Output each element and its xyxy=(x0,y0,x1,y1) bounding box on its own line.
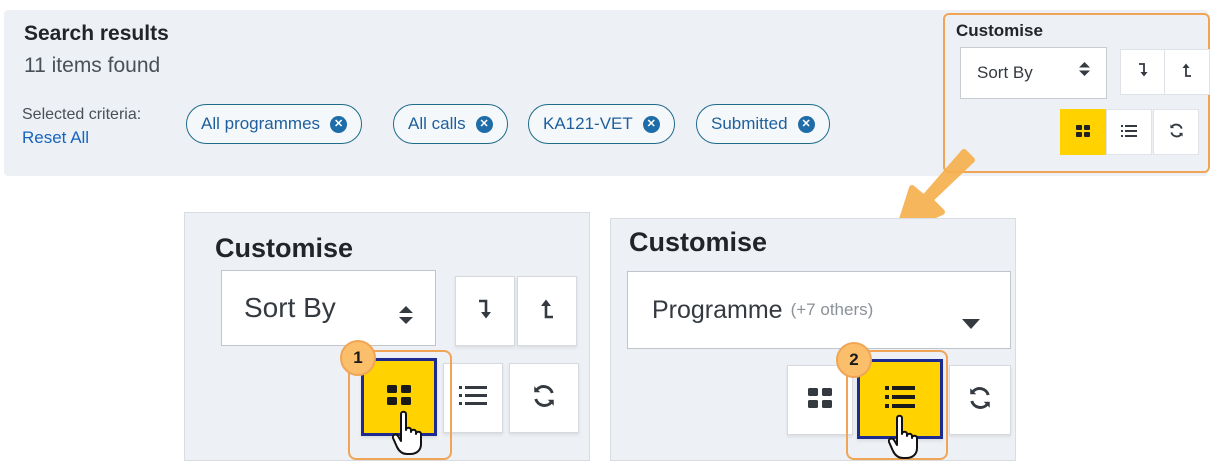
mini-sort-ascending-button[interactable] xyxy=(1164,49,1210,95)
remove-chip-icon[interactable]: ✕ xyxy=(642,115,660,133)
sort-descending-button[interactable] xyxy=(455,276,515,346)
sort-extra-count: (+7 others) xyxy=(790,300,874,319)
sort-value: Programme xyxy=(652,295,783,324)
customise-title: Customise xyxy=(629,227,768,257)
sort-updown-icon xyxy=(1079,62,1090,79)
chip-label: All programmes xyxy=(201,114,321,133)
reset-all-link[interactable]: Reset All xyxy=(22,128,89,148)
chip-label: Submitted xyxy=(711,114,788,133)
sort-descending-icon xyxy=(1137,62,1149,82)
results-count: 11 items found xyxy=(24,54,161,77)
customise-title: Customise xyxy=(215,233,354,263)
chip-submitted[interactable]: Submitted ✕ xyxy=(696,104,830,144)
mini-sort-descending-button[interactable] xyxy=(1120,49,1166,95)
list-view-icon xyxy=(459,385,487,411)
refresh-button[interactable] xyxy=(509,363,579,433)
selected-criteria-label: Selected criteria: xyxy=(22,106,142,123)
list-view-icon xyxy=(1121,124,1137,141)
results-title: Search results xyxy=(24,22,169,45)
caret-down-icon xyxy=(962,304,980,336)
sort-by-select[interactable]: Programme (+7 others) xyxy=(627,271,1011,349)
mini-grid-view-button[interactable] xyxy=(1060,109,1106,155)
list-view-button[interactable] xyxy=(443,363,503,433)
refresh-icon xyxy=(1169,123,1184,142)
sort-descending-icon xyxy=(477,298,493,325)
sort-ascending-icon xyxy=(1181,62,1193,82)
chip-label: All calls xyxy=(408,114,466,133)
sort-ascending-icon xyxy=(539,298,555,325)
grid-view-button[interactable] xyxy=(787,365,853,435)
mini-refresh-button[interactable] xyxy=(1153,109,1199,155)
chip-all-programmes[interactable]: All programmes ✕ xyxy=(186,104,363,144)
step-badge-2: 2 xyxy=(836,342,872,378)
sort-value: Sort By xyxy=(244,292,336,323)
chip-all-calls[interactable]: All calls ✕ xyxy=(393,104,508,144)
remove-chip-icon[interactable]: ✕ xyxy=(797,115,815,133)
mini-sort-value: Sort By xyxy=(977,63,1033,82)
mini-customise-title: Customise xyxy=(956,21,1043,40)
mini-sort-select[interactable]: Sort By xyxy=(960,47,1107,99)
refresh-icon xyxy=(968,386,992,415)
refresh-button[interactable] xyxy=(949,365,1011,435)
customise-panel-list: Customise Programme (+7 others) xyxy=(610,218,1016,461)
remove-chip-icon[interactable]: ✕ xyxy=(475,115,493,133)
step-badge-1: 1 xyxy=(340,340,376,376)
chip-label: KA121-VET xyxy=(543,114,633,133)
hand-cursor-icon xyxy=(392,410,422,455)
refresh-icon xyxy=(532,384,556,413)
sort-updown-icon xyxy=(399,299,413,331)
grid-view-icon xyxy=(1076,124,1090,141)
hand-cursor-icon xyxy=(888,414,918,459)
chip-ka121-vet[interactable]: KA121-VET ✕ xyxy=(528,104,675,144)
grid-view-icon xyxy=(808,387,832,413)
sort-by-select[interactable]: Sort By xyxy=(221,270,436,346)
mini-list-view-button[interactable] xyxy=(1106,109,1152,155)
sort-ascending-button[interactable] xyxy=(517,276,577,346)
remove-chip-icon[interactable]: ✕ xyxy=(330,115,348,133)
